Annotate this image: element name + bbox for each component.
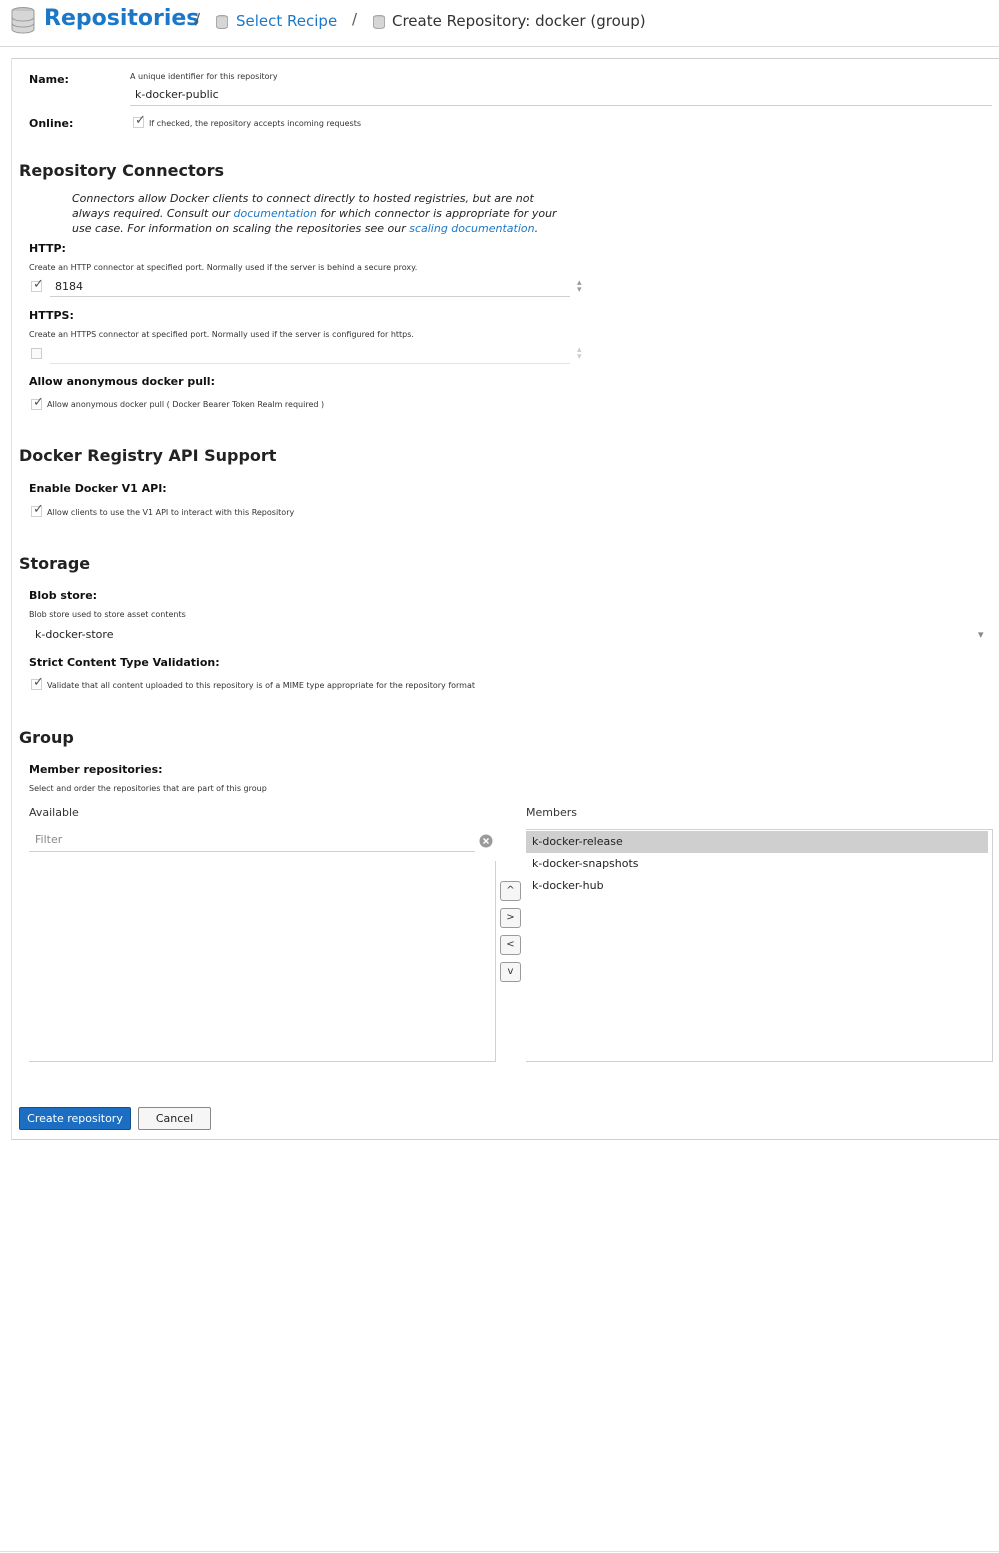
chevron-down-icon[interactable]: ▾: [978, 628, 984, 641]
documentation-link[interactable]: documentation: [234, 207, 317, 220]
check-icon: ✓: [33, 502, 44, 517]
list-item[interactable]: k-docker-release: [526, 831, 988, 853]
connectors-note: Connectors allow Docker clients to conne…: [72, 192, 557, 235]
https-label: HTTPS:: [29, 309, 74, 322]
arrow-up-icon: ^: [506, 885, 515, 896]
name-input[interactable]: k-docker-public: [135, 88, 219, 101]
connectors-heading: Repository Connectors: [19, 161, 225, 180]
https-port-spinner[interactable]: ▴ ▾: [577, 346, 582, 362]
v1-api-label: Enable Docker V1 API:: [29, 482, 167, 495]
breadcrumb-separator: /: [352, 10, 358, 28]
strict-validation-label: Strict Content Type Validation:: [29, 656, 220, 669]
name-help: A unique identifier for this repository: [130, 72, 278, 81]
http-label: HTTP:: [29, 242, 66, 255]
add-member-button[interactable]: >: [500, 908, 521, 928]
list-item[interactable]: k-docker-hub: [526, 875, 988, 897]
v1-api-checkbox[interactable]: ✓: [31, 502, 44, 517]
cancel-button[interactable]: Cancel: [138, 1107, 211, 1130]
breadcrumb-select-recipe[interactable]: Select Recipe: [236, 12, 337, 30]
list-item[interactable]: k-docker-snapshots: [526, 853, 988, 875]
available-title: Available: [29, 806, 79, 819]
online-help: If checked, the repository accepts incom…: [149, 119, 362, 128]
breadcrumb-separator: /: [195, 10, 201, 28]
arrow-down-icon: v: [507, 966, 514, 977]
move-down-button[interactable]: v: [500, 962, 521, 982]
check-icon: ✓: [135, 113, 146, 128]
create-repository-form: Name: A unique identifier for this repos…: [11, 58, 999, 1140]
database-icon: [373, 15, 385, 29]
storage-heading: Storage: [19, 554, 91, 573]
online-checkbox[interactable]: ✓: [133, 113, 146, 128]
name-label: Name:: [29, 73, 69, 86]
anonymous-pull-label: Allow anonymous docker pull:: [29, 375, 215, 388]
member-repositories-label: Member repositories:: [29, 763, 163, 776]
footer-divider: [0, 1551, 999, 1552]
v1-api-help: Allow clients to use the V1 API to inter…: [47, 508, 295, 517]
api-heading: Docker Registry API Support: [19, 446, 277, 465]
breadcrumb-current: Create Repository: docker (group): [392, 12, 646, 30]
https-port-underline: [50, 363, 570, 364]
https-checkbox[interactable]: [31, 348, 42, 359]
http-port-spinner[interactable]: ▴ ▾: [577, 279, 582, 295]
http-port-input[interactable]: 8184: [55, 280, 83, 293]
blob-store-select[interactable]: k-docker-store: [35, 628, 113, 641]
http-help: Create an HTTP connector at specified po…: [29, 263, 418, 272]
strict-validation-help: Validate that all content uploaded to th…: [47, 681, 476, 690]
move-up-button[interactable]: ^: [500, 881, 521, 901]
https-help: Create an HTTPS connector at specified p…: [29, 330, 414, 339]
members-list[interactable]: k-docker-release k-docker-snapshots k-do…: [526, 829, 993, 1062]
check-icon: ✓: [33, 277, 44, 292]
scaling-documentation-link[interactable]: scaling documentation: [409, 222, 534, 235]
spinner-down-icon[interactable]: ▾: [577, 286, 582, 295]
anonymous-pull-checkbox[interactable]: ✓: [31, 395, 44, 410]
group-heading: Group: [19, 728, 74, 747]
spinner-down-icon[interactable]: ▾: [577, 353, 582, 362]
check-icon: ✓: [33, 675, 44, 690]
arrow-right-icon: >: [506, 912, 515, 923]
online-label: Online:: [29, 117, 74, 130]
page-header: Repositories / Select Recipe / Create Re…: [0, 0, 999, 47]
blob-store-help: Blob store used to store asset contents: [29, 610, 186, 619]
database-icon: [11, 7, 35, 34]
anonymous-pull-help: Allow anonymous docker pull ( Docker Bea…: [47, 400, 325, 409]
arrow-left-icon: <: [506, 939, 515, 950]
remove-member-button[interactable]: <: [500, 935, 521, 955]
filter-underline: [29, 851, 475, 852]
blob-store-label: Blob store:: [29, 589, 98, 602]
name-input-underline: [130, 105, 992, 106]
member-repositories-help: Select and order the repositories that a…: [29, 784, 267, 793]
filter-input[interactable]: Filter: [35, 833, 62, 846]
database-icon: [216, 15, 228, 29]
breadcrumb-title[interactable]: Repositories: [44, 6, 199, 31]
http-checkbox[interactable]: ✓: [31, 277, 44, 292]
available-list[interactable]: [29, 861, 496, 1062]
check-icon: ✓: [33, 395, 44, 410]
strict-validation-checkbox[interactable]: ✓: [31, 675, 44, 690]
clear-filter-icon[interactable]: [479, 834, 493, 848]
http-port-underline: [50, 296, 570, 297]
create-repository-button[interactable]: Create repository: [19, 1107, 131, 1130]
members-title: Members: [526, 806, 577, 819]
